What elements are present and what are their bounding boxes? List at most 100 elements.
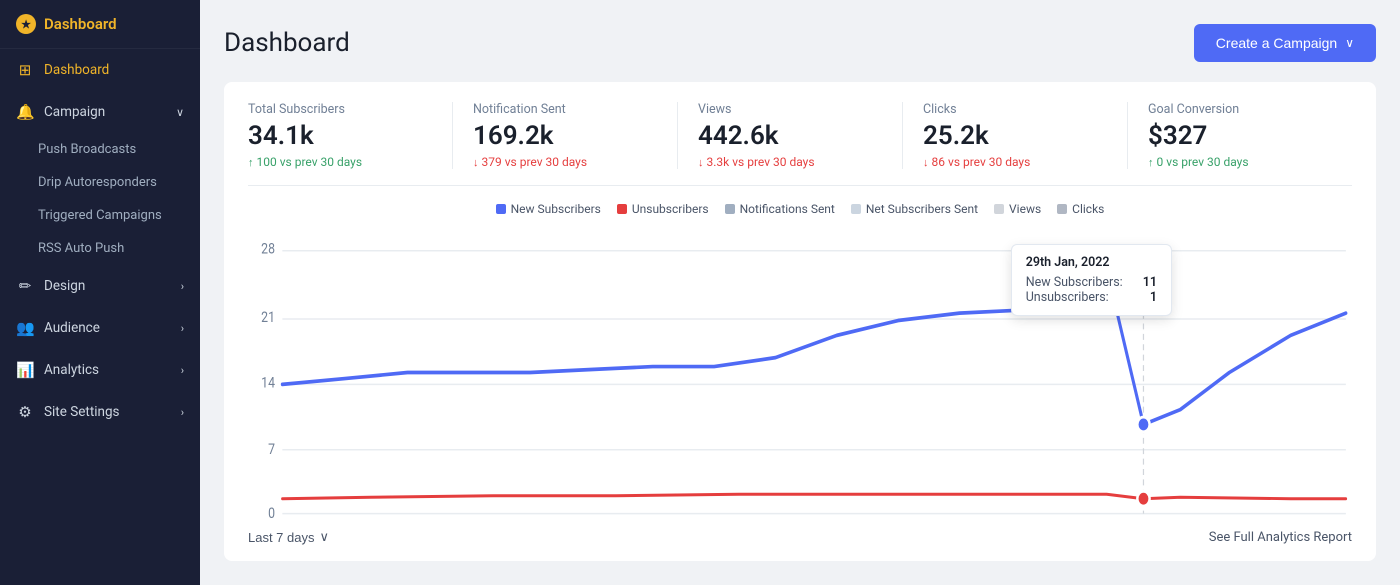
sidebar-item-triggered-campaigns[interactable]: Triggered Campaigns bbox=[0, 199, 200, 232]
stat-notification-sent-change: ↓ 379 vs prev 30 days bbox=[473, 155, 657, 169]
sidebar-logo[interactable]: ★ Dashboard bbox=[0, 0, 200, 49]
page-title: Dashboard bbox=[224, 28, 350, 58]
sidebar-item-audience-label: Audience bbox=[44, 320, 100, 336]
change-value-2: 379 bbox=[482, 155, 502, 169]
legend-clicks: Clicks bbox=[1057, 202, 1104, 216]
rss-auto-push-label: RSS Auto Push bbox=[38, 241, 124, 256]
legend-notifications-sent: Notifications Sent bbox=[725, 202, 835, 216]
legend-dot-notifications-sent bbox=[725, 204, 735, 214]
legend-label-new-subscribers: New Subscribers bbox=[511, 202, 601, 216]
chevron-down-icon: ∨ bbox=[176, 106, 184, 119]
sidebar-item-dashboard[interactable]: ⊞ Dashboard bbox=[0, 49, 200, 91]
change-value-4: 86 bbox=[932, 155, 946, 169]
sidebar-item-campaign[interactable]: 🔔 Campaign ∨ bbox=[0, 91, 200, 133]
chart-legend: New Subscribers Unsubscribers Notificati… bbox=[248, 202, 1352, 216]
legend-dot-net-subscribers bbox=[851, 204, 861, 214]
stat-clicks-value: 25.2k bbox=[923, 121, 1107, 151]
drip-autoresponders-label: Drip Autoresponders bbox=[38, 175, 157, 190]
change-value-3: 3.3k bbox=[707, 155, 730, 169]
logo-icon: ★ bbox=[16, 14, 36, 34]
main-content: Dashboard Create a Campaign ∨ Total Subs… bbox=[200, 0, 1400, 585]
legend-dot-views bbox=[994, 204, 1004, 214]
legend-net-subscribers: Net Subscribers Sent bbox=[851, 202, 978, 216]
stat-notification-sent-label: Notification Sent bbox=[473, 102, 657, 117]
stat-total-subscribers-label: Total Subscribers bbox=[248, 102, 432, 117]
sidebar-item-design[interactable]: ✏ Design › bbox=[0, 265, 200, 307]
arrow-down-icon-2: ↓ bbox=[698, 156, 704, 169]
sidebar-item-campaign-label: Campaign bbox=[44, 104, 105, 120]
stats-row: Total Subscribers 34.1k ↑ 100 vs prev 30… bbox=[248, 102, 1352, 186]
sidebar-item-design-label: Design bbox=[44, 278, 85, 294]
change-value: 100 bbox=[257, 155, 277, 169]
legend-dot-new-subscribers bbox=[496, 204, 506, 214]
analytics-link[interactable]: See Full Analytics Report bbox=[1209, 530, 1352, 545]
stat-goal-conversion-value: $327 bbox=[1148, 121, 1332, 151]
create-chevron-icon: ∨ bbox=[1345, 36, 1354, 50]
chart-footer: Last 7 days ∨ See Full Analytics Report bbox=[248, 529, 1352, 545]
design-icon: ✏ bbox=[16, 277, 34, 295]
change-value-5: 0 bbox=[1157, 155, 1164, 169]
sidebar-item-site-settings[interactable]: ⚙ Site Settings › bbox=[0, 391, 200, 433]
stat-goal-conversion: Goal Conversion $327 ↑ 0 vs prev 30 days bbox=[1127, 102, 1352, 169]
change-period-3: vs prev 30 days bbox=[732, 155, 814, 169]
change-period-5: vs prev 30 days bbox=[1166, 155, 1248, 169]
sidebar-item-rss-auto-push[interactable]: RSS Auto Push bbox=[0, 232, 200, 265]
arrow-up-icon: ↑ bbox=[248, 156, 254, 169]
sidebar: ★ Dashboard ⊞ Dashboard 🔔 Campaign ∨ Pus… bbox=[0, 0, 200, 585]
chevron-right-icon-3: › bbox=[181, 364, 184, 377]
change-period: vs prev 30 days bbox=[280, 155, 362, 169]
legend-views: Views bbox=[994, 202, 1041, 216]
triggered-campaigns-label: Triggered Campaigns bbox=[38, 208, 162, 223]
time-range-button[interactable]: Last 7 days ∨ bbox=[248, 529, 329, 545]
legend-dot-unsubscribers bbox=[617, 204, 627, 214]
stat-views-label: Views bbox=[698, 102, 882, 117]
sidebar-item-push-broadcasts[interactable]: Push Broadcasts bbox=[0, 133, 200, 166]
svg-text:14: 14 bbox=[261, 374, 275, 391]
chevron-right-icon-2: › bbox=[181, 322, 184, 335]
time-range-chevron-icon: ∨ bbox=[320, 529, 330, 545]
sidebar-item-dashboard-label: Dashboard bbox=[44, 62, 109, 78]
chart-svg: 0 7 14 21 28 bbox=[248, 224, 1352, 521]
legend-new-subscribers: New Subscribers bbox=[496, 202, 601, 216]
sidebar-item-drip-autoresponders[interactable]: Drip Autoresponders bbox=[0, 166, 200, 199]
stat-notification-sent-value: 169.2k bbox=[473, 121, 657, 151]
settings-icon: ⚙ bbox=[16, 403, 34, 421]
page-header: Dashboard Create a Campaign ∨ bbox=[224, 24, 1376, 62]
arrow-down-icon-3: ↓ bbox=[923, 156, 929, 169]
stat-goal-conversion-label: Goal Conversion bbox=[1148, 102, 1332, 117]
analytics-icon: 📊 bbox=[16, 361, 34, 379]
sidebar-item-audience[interactable]: 👥 Audience › bbox=[0, 307, 200, 349]
chevron-right-icon: › bbox=[181, 280, 184, 293]
stat-clicks: Clicks 25.2k ↓ 86 vs prev 30 days bbox=[902, 102, 1127, 169]
stat-total-subscribers-value: 34.1k bbox=[248, 121, 432, 151]
change-period-2: vs prev 30 days bbox=[505, 155, 587, 169]
svg-text:21: 21 bbox=[261, 309, 275, 326]
stat-views: Views 442.6k ↓ 3.3k vs prev 30 days bbox=[677, 102, 902, 169]
sidebar-item-analytics[interactable]: 📊 Analytics › bbox=[0, 349, 200, 391]
create-campaign-label: Create a Campaign bbox=[1216, 35, 1337, 51]
stat-clicks-label: Clicks bbox=[923, 102, 1107, 117]
svg-text:7: 7 bbox=[268, 441, 275, 458]
stat-notification-sent: Notification Sent 169.2k ↓ 379 vs prev 3… bbox=[452, 102, 677, 169]
sidebar-logo-text: Dashboard bbox=[44, 15, 117, 33]
svg-text:0: 0 bbox=[268, 505, 275, 521]
dashboard-icon: ⊞ bbox=[16, 61, 34, 79]
legend-dot-clicks bbox=[1057, 204, 1067, 214]
campaign-icon: 🔔 bbox=[16, 103, 34, 121]
arrow-down-icon: ↓ bbox=[473, 156, 479, 169]
dashboard-card: Total Subscribers 34.1k ↑ 100 vs prev 30… bbox=[224, 82, 1376, 561]
legend-label-notifications-sent: Notifications Sent bbox=[740, 202, 835, 216]
legend-label-unsubscribers: Unsubscribers bbox=[632, 202, 709, 216]
change-period-4: vs prev 30 days bbox=[948, 155, 1030, 169]
create-campaign-button[interactable]: Create a Campaign ∨ bbox=[1194, 24, 1376, 62]
stat-goal-conversion-change: ↑ 0 vs prev 30 days bbox=[1148, 155, 1332, 169]
chart-area: 0 7 14 21 28 bbox=[248, 224, 1352, 521]
push-broadcasts-label: Push Broadcasts bbox=[38, 142, 136, 157]
svg-text:28: 28 bbox=[261, 241, 275, 258]
legend-unsubscribers: Unsubscribers bbox=[617, 202, 709, 216]
stat-views-value: 442.6k bbox=[698, 121, 882, 151]
chevron-right-icon-4: › bbox=[181, 406, 184, 419]
sidebar-item-analytics-label: Analytics bbox=[44, 362, 99, 378]
legend-label-clicks: Clicks bbox=[1072, 202, 1104, 216]
legend-label-views: Views bbox=[1009, 202, 1041, 216]
